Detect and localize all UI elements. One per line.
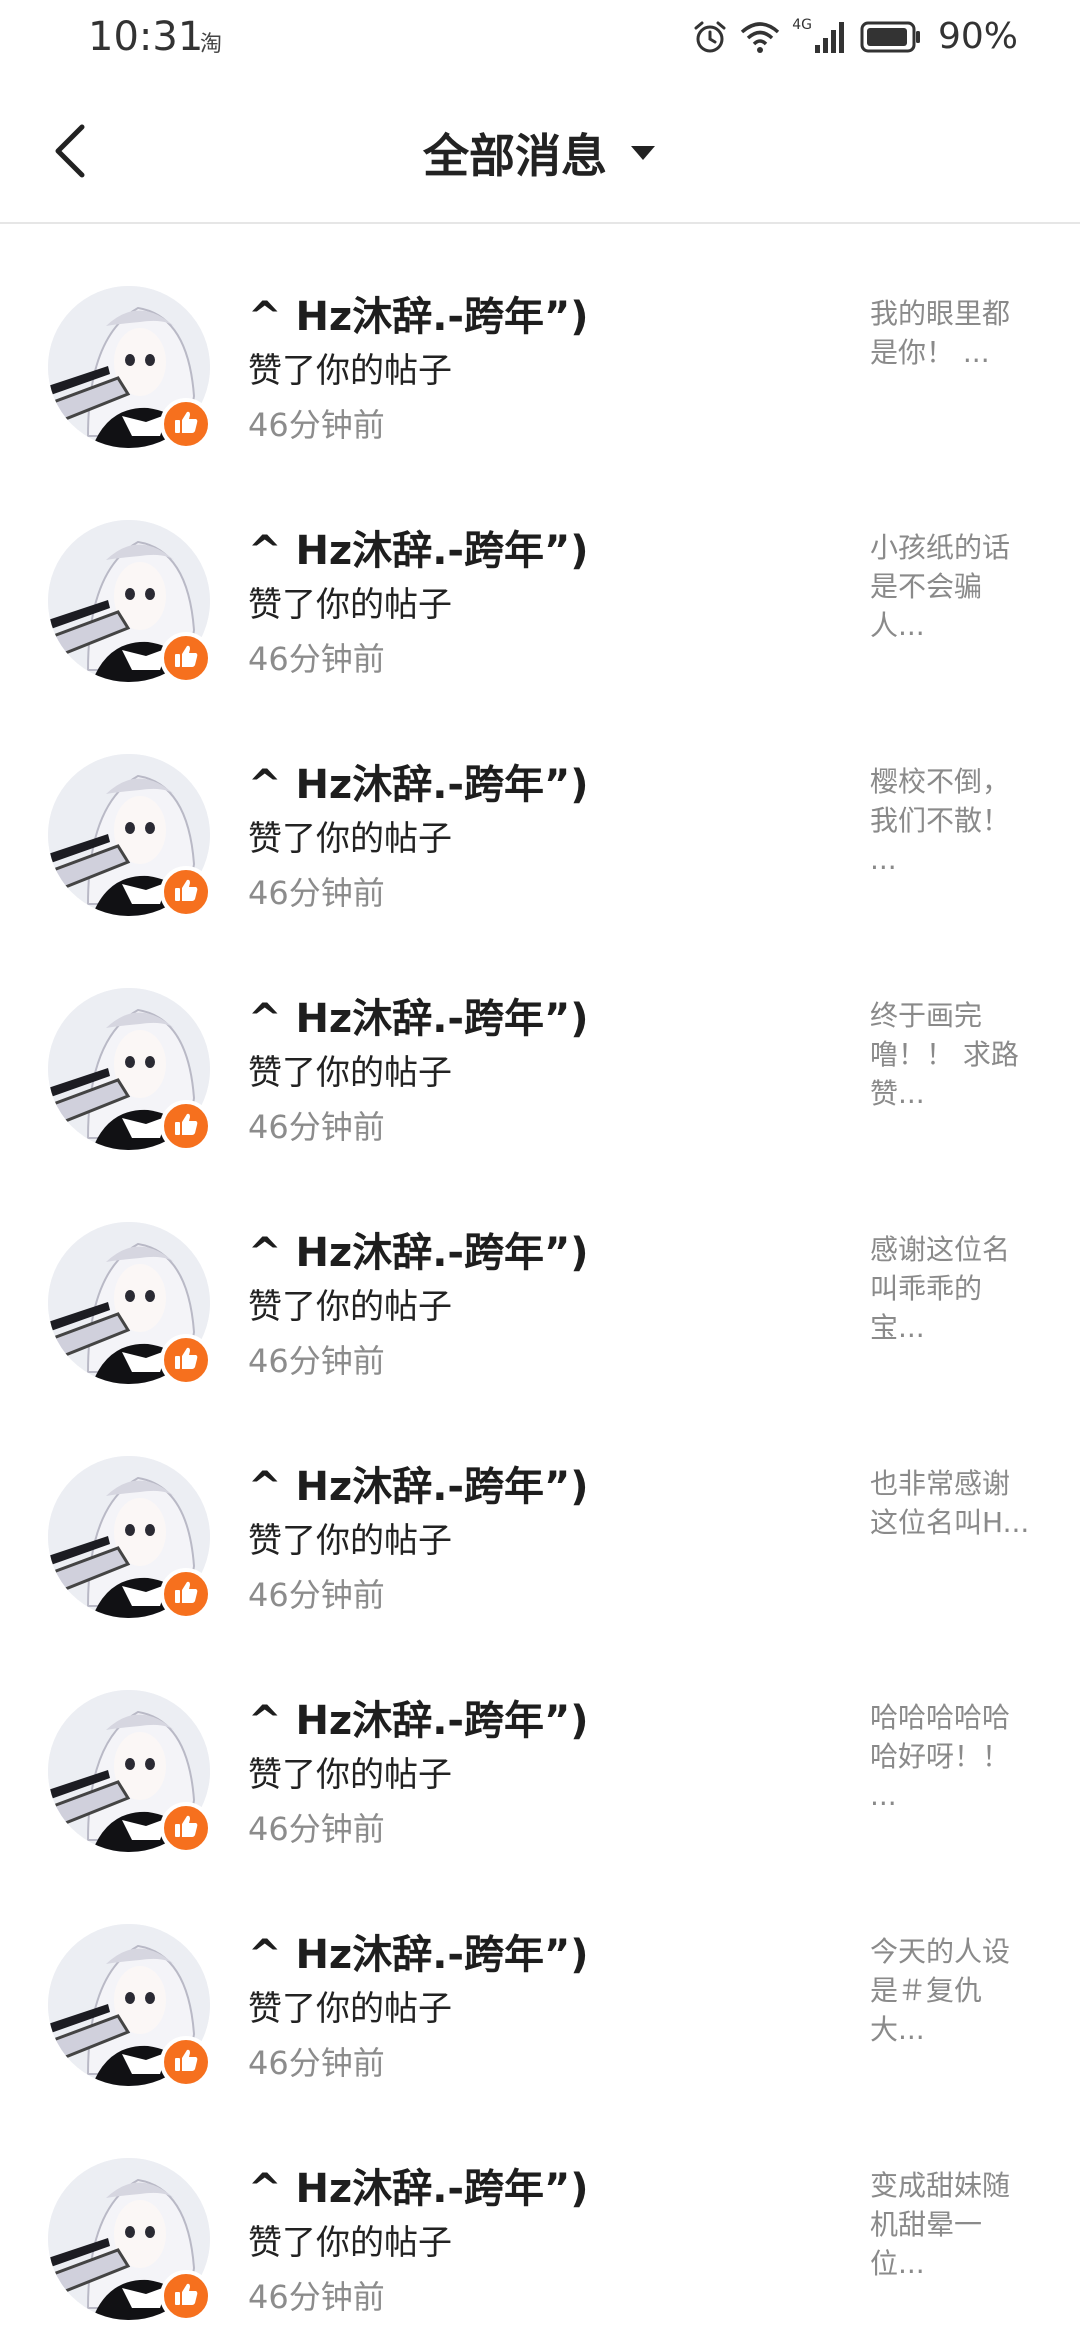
alarm-icon — [692, 19, 728, 55]
action-text: 赞了你的帖子 — [248, 1989, 452, 2029]
message-text: ^ Hz沐辞.-跨年”) 赞了你的帖子 46分钟前 — [248, 290, 808, 452]
post-preview[interactable]: 哈哈哈哈哈哈好呀！！ ... — [870, 1698, 1030, 1815]
battery-percentage: 90% — [937, 16, 1018, 57]
user-name[interactable]: ^ Hz沐辞.-跨年”) — [248, 524, 808, 578]
post-preview[interactable]: 今天的人设是＃复仇大... — [870, 1932, 1030, 2049]
avatar-wrap[interactable] — [48, 1690, 212, 1854]
timestamp: 46分钟前 — [248, 1342, 385, 1380]
action-text: 赞了你的帖子 — [248, 351, 452, 391]
avatar-wrap[interactable] — [48, 1222, 212, 1386]
action-text: 赞了你的帖子 — [248, 585, 452, 625]
thumbs-up-icon — [173, 409, 199, 439]
like-badge — [160, 1100, 212, 1152]
action-text: 赞了你的帖子 — [248, 2223, 452, 2263]
user-name[interactable]: ^ Hz沐辞.-跨年”) — [248, 1226, 808, 1280]
thumbs-up-icon — [173, 2047, 199, 2077]
thumbs-up-icon — [173, 1111, 199, 1141]
battery-icon — [860, 21, 922, 53]
thumbs-up-icon — [173, 643, 199, 673]
user-name[interactable]: ^ Hz沐辞.-跨年”) — [248, 1928, 808, 1982]
action-text: 赞了你的帖子 — [248, 1755, 452, 1795]
like-badge — [160, 866, 212, 918]
post-preview[interactable]: 我的眼里都是你！ ... — [870, 294, 1030, 372]
timestamp: 46分钟前 — [248, 406, 385, 444]
message-item[interactable]: ^ Hz沐辞.-跨年”) 赞了你的帖子 46分钟前 我的眼里都是你！ ... — [0, 224, 1080, 458]
post-preview[interactable]: 变成甜妹随机甜晕一位... — [870, 2166, 1030, 2283]
message-text: ^ Hz沐辞.-跨年”) 赞了你的帖子 46分钟前 — [248, 1226, 808, 1388]
like-badge — [160, 2036, 212, 2088]
like-badge — [160, 2270, 212, 2322]
header-bar: 全部消息 — [0, 84, 1080, 224]
avatar-wrap[interactable] — [48, 1456, 212, 1620]
timestamp: 46分钟前 — [248, 2278, 385, 2316]
user-name[interactable]: ^ Hz沐辞.-跨年”) — [248, 1694, 808, 1748]
user-name[interactable]: ^ Hz沐辞.-跨年”) — [248, 2162, 808, 2216]
thumbs-up-icon — [173, 2281, 199, 2311]
message-text: ^ Hz沐辞.-跨年”) 赞了你的帖子 46分钟前 — [248, 992, 808, 1154]
taobao-notification-icon: 淘 — [200, 32, 223, 57]
avatar-wrap[interactable] — [48, 2158, 212, 2322]
network-type-label: 4G — [792, 16, 812, 33]
post-preview[interactable]: 也非常感谢这位名叫H... — [870, 1464, 1030, 1542]
thumbs-up-icon — [173, 877, 199, 907]
thumbs-up-icon — [173, 1579, 199, 1609]
timestamp: 46分钟前 — [248, 640, 385, 678]
page-title: 全部消息 — [423, 129, 607, 183]
status-bar: 10:31 淘 4G 90% — [0, 0, 1080, 84]
avatar-wrap[interactable] — [48, 754, 212, 918]
post-preview[interactable]: 樱校不倒，我们不散！ ... — [870, 762, 1030, 879]
like-badge — [160, 632, 212, 684]
status-icons: 4G 90% — [692, 16, 1018, 57]
message-item[interactable]: ^ Hz沐辞.-跨年”) 赞了你的帖子 46分钟前 感谢这位名叫乖乖的宝... — [0, 1160, 1080, 1394]
post-preview[interactable]: 感谢这位名叫乖乖的宝... — [870, 1230, 1030, 1347]
wifi-icon — [740, 20, 780, 54]
message-item[interactable]: ^ Hz沐辞.-跨年”) 赞了你的帖子 46分钟前 也非常感谢这位名叫H... — [0, 1394, 1080, 1628]
message-text: ^ Hz沐辞.-跨年”) 赞了你的帖子 46分钟前 — [248, 1928, 808, 2090]
timestamp: 46分钟前 — [248, 1810, 385, 1848]
message-item[interactable]: ^ Hz沐辞.-跨年”) 赞了你的帖子 46分钟前 哈哈哈哈哈哈好呀！！ ... — [0, 1628, 1080, 1862]
thumbs-up-icon — [173, 1345, 199, 1375]
message-item[interactable]: ^ Hz沐辞.-跨年”) 赞了你的帖子 46分钟前 今天的人设是＃复仇大... — [0, 1862, 1080, 2096]
message-item[interactable]: ^ Hz沐辞.-跨年”) 赞了你的帖子 46分钟前 变成甜妹随机甜晕一位... — [0, 2096, 1080, 2330]
signal-icon — [814, 21, 848, 53]
user-name[interactable]: ^ Hz沐辞.-跨年”) — [248, 1460, 808, 1514]
avatar-wrap[interactable] — [48, 520, 212, 684]
avatar-wrap[interactable] — [48, 988, 212, 1152]
message-item[interactable]: ^ Hz沐辞.-跨年”) 赞了你的帖子 46分钟前 樱校不倒，我们不散！ ... — [0, 692, 1080, 926]
message-text: ^ Hz沐辞.-跨年”) 赞了你的帖子 46分钟前 — [248, 2162, 808, 2324]
post-preview[interactable]: 终于画完噜！！ 求路赞... — [870, 996, 1030, 1113]
thumbs-up-icon — [173, 1813, 199, 1843]
caret-down-icon — [629, 143, 657, 163]
status-time: 10:31 — [88, 14, 204, 60]
message-item[interactable]: ^ Hz沐辞.-跨年”) 赞了你的帖子 46分钟前 终于画完噜！！ 求路赞... — [0, 926, 1080, 1160]
post-preview[interactable]: 小孩纸的话是不会骗人... — [870, 528, 1030, 645]
timestamp: 46分钟前 — [248, 1108, 385, 1146]
avatar-wrap[interactable] — [48, 286, 212, 450]
action-text: 赞了你的帖子 — [248, 1521, 452, 1561]
message-text: ^ Hz沐辞.-跨年”) 赞了你的帖子 46分钟前 — [248, 1460, 808, 1622]
action-text: 赞了你的帖子 — [248, 1053, 452, 1093]
like-badge — [160, 1802, 212, 1854]
user-name[interactable]: ^ Hz沐辞.-跨年”) — [248, 992, 808, 1046]
avatar-wrap[interactable] — [48, 1924, 212, 2088]
like-badge — [160, 398, 212, 450]
action-text: 赞了你的帖子 — [248, 819, 452, 859]
message-text: ^ Hz沐辞.-跨年”) 赞了你的帖子 46分钟前 — [248, 1694, 808, 1856]
action-text: 赞了你的帖子 — [248, 1287, 452, 1327]
timestamp: 46分钟前 — [248, 2044, 385, 2082]
message-item[interactable]: ^ Hz沐辞.-跨年”) 赞了你的帖子 46分钟前 小孩纸的话是不会骗人... — [0, 458, 1080, 692]
like-badge — [160, 1334, 212, 1386]
message-text: ^ Hz沐辞.-跨年”) 赞了你的帖子 46分钟前 — [248, 758, 808, 920]
user-name[interactable]: ^ Hz沐辞.-跨年”) — [248, 758, 808, 812]
timestamp: 46分钟前 — [248, 874, 385, 912]
message-filter-dropdown[interactable]: 全部消息 — [0, 120, 1080, 186]
timestamp: 46分钟前 — [248, 1576, 385, 1614]
user-name[interactable]: ^ Hz沐辞.-跨年”) — [248, 290, 808, 344]
message-text: ^ Hz沐辞.-跨年”) 赞了你的帖子 46分钟前 — [248, 524, 808, 686]
like-badge — [160, 1568, 212, 1620]
